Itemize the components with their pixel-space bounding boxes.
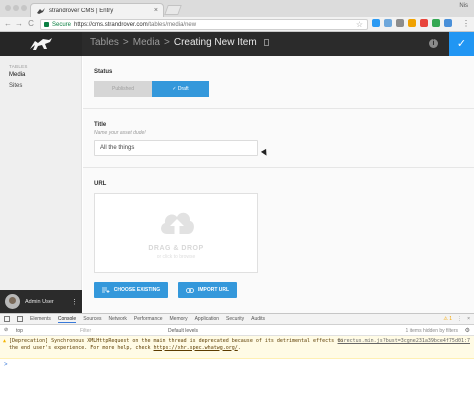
url-label: URL — [94, 181, 107, 187]
browser-tab-title: strandrover CMS | Entry — [49, 7, 114, 14]
secure-label: Secure — [52, 21, 72, 28]
rover-favicon-icon — [37, 7, 45, 14]
new-tab-button[interactable] — [164, 5, 182, 15]
import-url-button[interactable]: IMPORT URL — [178, 282, 237, 298]
status-label: Status — [94, 69, 113, 75]
devtools-tab-sources[interactable]: Sources — [83, 316, 101, 323]
link-icon — [186, 287, 194, 293]
devtools-tab-elements[interactable]: Elements — [30, 316, 51, 323]
browser-menu-icon[interactable]: ⋮ — [462, 19, 470, 28]
back-arrow-icon[interactable]: ← — [3, 19, 13, 28]
choose-existing-button[interactable]: CHOOSE EXISTING — [94, 282, 168, 298]
warning-icon: ▲ — [3, 338, 7, 344]
lock-icon — [44, 22, 49, 27]
title-input[interactable]: All the things — [94, 140, 258, 156]
devtools-tab-console[interactable]: Console — [57, 316, 77, 323]
user-menu-icon[interactable]: ⋮ — [71, 298, 82, 306]
list-add-icon — [101, 287, 110, 293]
app-logo[interactable] — [0, 32, 82, 56]
warning-count-badge[interactable]: ⚠ 1 — [443, 316, 452, 322]
browser-tab-strip: strandrover CMS | Entry × Nis — [0, 0, 474, 17]
tab-close-icon[interactable]: × — [154, 7, 163, 14]
info-icon[interactable]: i — [429, 39, 438, 48]
gear-icon[interactable]: ⚙ — [465, 327, 470, 334]
warning-help-link[interactable]: https://xhr.spec.whatwg.org/ — [154, 345, 238, 351]
sidebar-section-title: TABLES — [9, 64, 28, 69]
browser-extension-icon[interactable] — [420, 19, 428, 27]
sidebar-item-media[interactable]: Media — [9, 72, 25, 78]
warning-message: [Deprecation] Synchronous XMLHttpRequest… — [9, 338, 349, 351]
file-dropzone[interactable]: DRAG & DROP or click to browse — [94, 193, 258, 273]
dropzone-title: DRAG & DROP — [148, 245, 204, 252]
browser-extension-icon[interactable] — [444, 19, 452, 27]
log-levels-dropdown[interactable]: Default levels — [168, 328, 198, 334]
context-selector[interactable]: top — [16, 328, 23, 334]
forward-arrow-icon[interactable]: → — [14, 19, 24, 28]
page-title: Creating New Item — [173, 37, 257, 48]
profile-name[interactable]: Nis — [459, 3, 468, 9]
user-name: Admin User — [25, 298, 54, 305]
devtools-tab-audits[interactable]: Audits — [251, 316, 265, 323]
app-header: Tables > Media > Creating New Item i — [0, 32, 474, 56]
console-toolbar: ⊘ top Filter Default levels 1 items hidd… — [0, 325, 474, 336]
device-toolbar-icon[interactable] — [17, 316, 23, 322]
window-zoom-dot[interactable] — [21, 5, 27, 11]
inspect-element-icon[interactable] — [4, 316, 10, 322]
status-draft-button[interactable]: ✓ Draft — [152, 81, 209, 97]
console-filter-input[interactable]: Filter — [80, 328, 160, 335]
browser-extension-icon[interactable] — [384, 19, 392, 27]
window-minimize-dot[interactable] — [13, 5, 19, 11]
dropzone-subtitle: or click to browse — [156, 254, 196, 260]
bookmark-star-icon[interactable]: ☆ — [356, 20, 363, 29]
cloud-upload-icon — [161, 212, 194, 234]
status-published-button[interactable]: Published — [94, 81, 152, 97]
reload-icon[interactable]: C — [26, 19, 36, 28]
sidebar: TABLES Media Sites — [0, 56, 82, 313]
bookmark-icon[interactable] — [263, 39, 269, 46]
title-hint: Name your asset dude! — [94, 130, 146, 136]
save-button[interactable]: ✓ — [449, 32, 474, 56]
breadcrumb: Tables > Media > Creating New Item — [90, 37, 269, 48]
title-section — [83, 109, 474, 168]
url-path: /tables/media/new — [147, 21, 197, 28]
url-text: https://cms.strandrover.com/tables/media… — [74, 22, 196, 28]
browser-extension-icon[interactable] — [396, 19, 404, 27]
devtools-tab-memory[interactable]: Memory — [170, 316, 188, 323]
choose-existing-label: CHOOSE EXISTING — [113, 287, 161, 293]
rover-logo-icon — [30, 38, 52, 50]
clear-console-icon[interactable]: ⊘ — [4, 327, 8, 333]
address-bar[interactable]: Secure https://cms.strandrover.com/table… — [40, 19, 368, 30]
url-host: https://cms.strandrover.com — [74, 21, 148, 28]
browser-tab[interactable]: strandrover CMS | Entry × — [30, 3, 164, 17]
devtools-right-controls: ⚠ 1 ⋮ × — [443, 316, 470, 322]
devtools-tab-security[interactable]: Security — [226, 316, 244, 323]
devtools-tab-performance[interactable]: Performance — [134, 316, 163, 323]
devtools-close-icon[interactable]: × — [467, 316, 470, 322]
window-close-dot[interactable] — [5, 5, 11, 11]
browser-extension-icon[interactable] — [372, 19, 380, 27]
warning-source-link[interactable]: directus.min.js?bust=3cgne231a39bce4f75d… — [338, 338, 470, 345]
breadcrumb-tables[interactable]: Tables — [90, 37, 119, 48]
import-url-label: IMPORT URL — [197, 287, 230, 293]
title-label: Title — [94, 122, 107, 128]
console-warning-row: ▲ directus.min.js?bust=3cgne231a39bce4f7… — [0, 336, 474, 359]
user-bar[interactable]: Admin User ⋮ — [0, 290, 82, 313]
avatar — [5, 294, 20, 309]
warning-suffix: . — [237, 344, 241, 351]
devtools-tab-network[interactable]: Network — [109, 316, 127, 323]
devtools-panel: Elements Console Sources Network Performance… — [0, 313, 474, 420]
browser-extension-icon[interactable] — [408, 19, 416, 27]
breadcrumb-separator: > — [164, 37, 170, 48]
devtools-tab-application[interactable]: Application — [195, 316, 219, 323]
hidden-items-count: 1 items hidden by filters — [405, 328, 458, 334]
devtools-tab-bar: Elements Console Sources Network Performance… — [0, 314, 474, 325]
console-prompt[interactable]: > — [4, 362, 8, 368]
breadcrumb-separator: > — [122, 37, 129, 48]
breadcrumb-media[interactable]: Media — [133, 37, 160, 48]
devtools-menu-icon[interactable]: ⋮ — [457, 316, 462, 322]
browser-extension-icon[interactable] — [432, 19, 440, 27]
sidebar-item-sites[interactable]: Sites — [9, 83, 22, 89]
